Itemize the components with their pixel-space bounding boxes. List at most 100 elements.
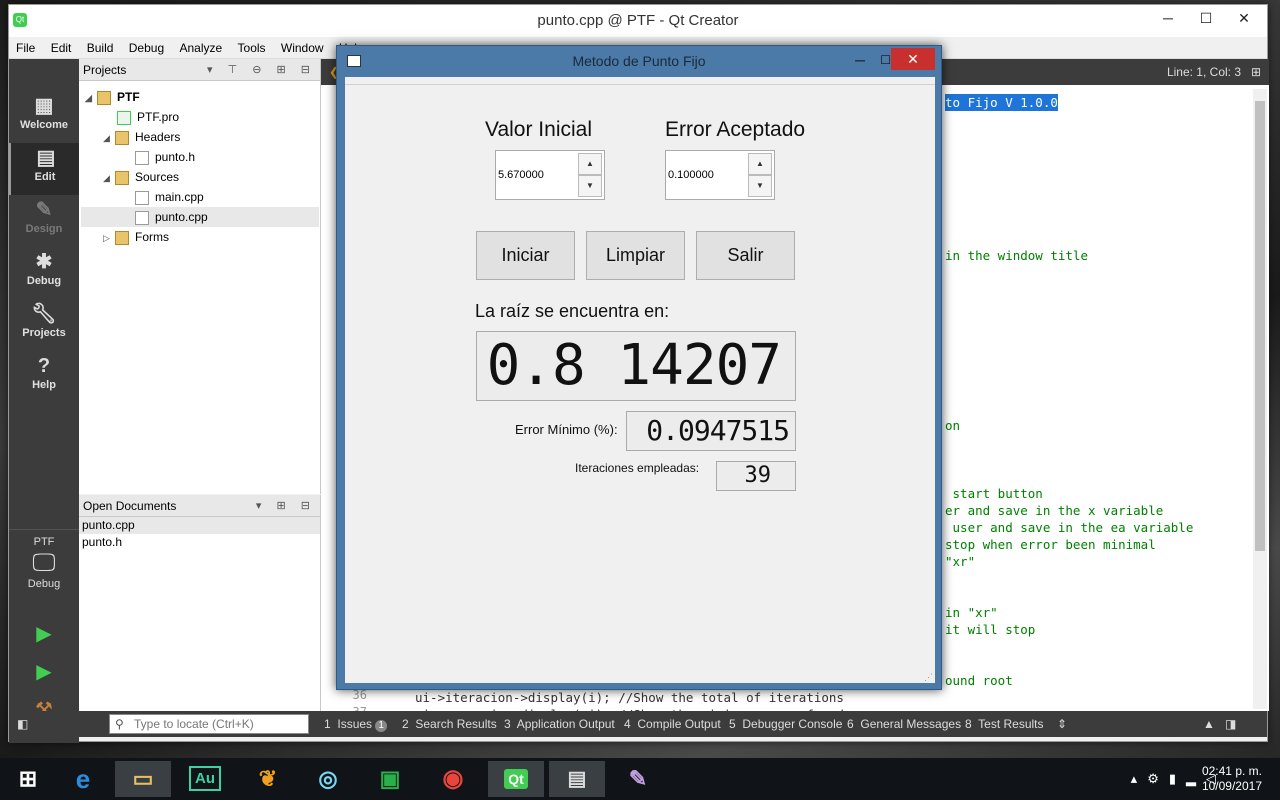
file-icon bbox=[135, 190, 149, 205]
dialog-body: Valor Inicial Error Aceptado 5.670000 ▲ … bbox=[345, 77, 935, 683]
tab-application-output[interactable]: 3 Application Output bbox=[504, 711, 615, 737]
tab-search-results[interactable]: 2 Search Results bbox=[402, 711, 497, 737]
scrollbar-thumb[interactable] bbox=[1255, 101, 1265, 551]
open-doc-item[interactable]: punto.cpp bbox=[79, 517, 320, 534]
menu-analyze[interactable]: Analyze bbox=[174, 37, 227, 59]
internet-explorer-icon[interactable]: e bbox=[55, 761, 111, 797]
tree-item-punto-cpp[interactable]: punto.cpp bbox=[81, 207, 319, 227]
cursor-position[interactable]: Line: 1, Col: 3 bbox=[1167, 59, 1241, 85]
maximize-button[interactable]: ☐ bbox=[1189, 5, 1223, 31]
tree-label: punto.cpp bbox=[155, 210, 208, 224]
clock[interactable]: 02:41 p. m. 10/09/2017 bbox=[1202, 764, 1262, 794]
salir-button[interactable]: Salir bbox=[696, 231, 795, 280]
clock-date: 10/09/2017 bbox=[1201, 779, 1262, 793]
limpiar-button[interactable]: Limpiar bbox=[586, 231, 685, 280]
spin-up-icon[interactable]: ▲ bbox=[578, 153, 602, 175]
expand-up-icon[interactable]: ▲ bbox=[1203, 711, 1215, 737]
mode-edit[interactable]: ▤ Edit bbox=[9, 143, 79, 195]
chrome-icon[interactable]: ◉ bbox=[425, 761, 481, 797]
run-button[interactable]: ▶ bbox=[31, 621, 57, 647]
dialog-maximize-button[interactable]: ☐ bbox=[880, 48, 891, 72]
sidebar-toggle-icon[interactable]: ◧ bbox=[17, 711, 28, 737]
output-toggle-icon[interactable]: ◨ bbox=[1225, 711, 1236, 737]
menu-edit[interactable]: Edit bbox=[46, 37, 77, 59]
folder-icon bbox=[115, 230, 129, 245]
search-icon: ⚲ bbox=[115, 717, 124, 731]
store-icon[interactable]: ▣ bbox=[362, 761, 418, 797]
collapse-arrow-icon[interactable]: ◢ bbox=[103, 168, 115, 188]
kit-selector[interactable]: PTF 🖵︎ Debug bbox=[9, 529, 79, 609]
root-lcd-display: 0.8 14207 bbox=[476, 331, 796, 401]
iter-lcd-display: 39 bbox=[716, 461, 796, 491]
dialog-close-button[interactable]: ✕ bbox=[891, 48, 935, 70]
menu-window[interactable]: Window bbox=[276, 37, 329, 59]
spin-up-icon[interactable]: ▲ bbox=[748, 153, 772, 175]
mode-projects[interactable]: 🔧︎ Projects bbox=[9, 299, 79, 351]
spin-down-icon[interactable]: ▼ bbox=[578, 175, 602, 197]
collapse-arrow-icon[interactable]: ◢ bbox=[103, 128, 115, 148]
tab-issues[interactable]: 1 Issues 1 bbox=[324, 711, 387, 737]
ptf-app-taskbar-icon[interactable]: ▤ bbox=[549, 761, 605, 797]
tree-item-forms[interactable]: ▷ Forms bbox=[103, 227, 169, 247]
more-tabs-icon[interactable]: ⇕ bbox=[1057, 711, 1067, 737]
resize-grip-icon[interactable]: ⋰ bbox=[924, 672, 933, 683]
code-line: stop when error been minimal bbox=[945, 537, 1156, 552]
collapse-arrow-icon[interactable]: ◢ bbox=[85, 88, 97, 108]
tree-item-main-cpp[interactable]: main.cpp bbox=[135, 187, 204, 207]
code-line: in the window title bbox=[945, 248, 1088, 263]
open-documents-panel: Open Documents ▾ ⊞ ⊟ punto.cpp punto.h bbox=[79, 495, 321, 711]
valor-inicial-value[interactable]: 5.670000 bbox=[498, 151, 544, 199]
expand-arrow-icon[interactable]: ▷ bbox=[103, 228, 115, 248]
play-icon: ▶ bbox=[36, 623, 52, 645]
iniciar-button[interactable]: Iniciar bbox=[476, 231, 575, 280]
menu-debug[interactable]: Debug bbox=[124, 37, 169, 59]
editor-scrollbar[interactable] bbox=[1253, 89, 1267, 709]
menu-file[interactable]: File bbox=[11, 37, 40, 59]
code-line: er and save in the x variable bbox=[945, 503, 1164, 518]
battery-icon[interactable]: ▮ bbox=[1169, 771, 1186, 786]
tree-item-sources[interactable]: ◢ Sources bbox=[103, 167, 179, 187]
tab-general-messages[interactable]: 6 General Messages bbox=[847, 711, 961, 737]
tab-compile-output[interactable]: 4 Compile Output bbox=[624, 711, 721, 737]
tab-test-results[interactable]: 8 Test Results bbox=[965, 711, 1044, 737]
qt-creator-taskbar-icon[interactable]: Qt bbox=[488, 761, 544, 797]
mode-debug[interactable]: ✱ Debug bbox=[9, 247, 79, 299]
panel-tool-icons[interactable]: ▾ ⊤ ⊖ ⊞ ⊟ bbox=[207, 59, 316, 81]
dialog-minimize-button[interactable]: ─ bbox=[855, 48, 865, 72]
bug-icon: ✱ bbox=[35, 251, 53, 273]
menu-tools[interactable]: Tools bbox=[233, 37, 271, 59]
minimize-button[interactable]: ─ bbox=[1151, 5, 1185, 31]
start-button[interactable]: ⊞ bbox=[0, 761, 56, 797]
locator-input[interactable]: ⚲ Type to locate (Ctrl+K) bbox=[109, 714, 309, 734]
tab-label: Compile Output bbox=[637, 717, 721, 731]
app-icon[interactable]: ◎ bbox=[300, 761, 356, 797]
split-icon[interactable]: ⊞ bbox=[1251, 59, 1261, 85]
open-doc-item[interactable]: punto.h bbox=[79, 534, 320, 551]
root-label: La raíz se encuentra en: bbox=[475, 301, 670, 321]
fl-studio-icon[interactable]: ❦ bbox=[240, 761, 296, 797]
open-documents-title[interactable]: Open Documents bbox=[83, 499, 176, 513]
line-number: 36 bbox=[352, 688, 367, 702]
up-arrow-icon[interactable]: ▴ bbox=[1131, 771, 1148, 786]
tree-item-ptf[interactable]: ◢ PTF bbox=[85, 87, 140, 107]
paint-icon[interactable]: ✎ bbox=[610, 761, 666, 797]
mode-welcome[interactable]: ▦ Welcome bbox=[9, 91, 79, 143]
valor-inicial-spinbox[interactable]: 5.670000 ▲ ▼ bbox=[495, 150, 605, 200]
menu-build[interactable]: Build bbox=[82, 37, 119, 59]
error-aceptado-value[interactable]: 0.100000 bbox=[668, 151, 714, 199]
audition-icon[interactable]: Au bbox=[177, 761, 233, 797]
spin-down-icon[interactable]: ▼ bbox=[748, 175, 772, 197]
tree-item-ptf-pro[interactable]: PTF.pro bbox=[117, 107, 179, 127]
error-aceptado-spinbox[interactable]: 0.100000 ▲ ▼ bbox=[665, 150, 775, 200]
tree-item-punto-h[interactable]: punto.h bbox=[135, 147, 195, 167]
network-icon[interactable]: ⚙ bbox=[1147, 771, 1169, 786]
tab-debugger-console[interactable]: 5 Debugger Console bbox=[729, 711, 842, 737]
close-button[interactable]: ✕ bbox=[1227, 5, 1261, 31]
panel-tool-icons[interactable]: ▾ ⊞ ⊟ bbox=[256, 495, 316, 517]
mode-help[interactable]: ? Help bbox=[9, 351, 79, 403]
tree-item-headers[interactable]: ◢ Headers bbox=[103, 127, 180, 147]
file-explorer-icon[interactable]: ▭ bbox=[115, 761, 171, 797]
projects-panel-title[interactable]: Projects bbox=[83, 63, 126, 77]
mode-design[interactable]: ✎ Design bbox=[9, 195, 79, 247]
debug-run-button[interactable]: ▶ bbox=[31, 659, 57, 685]
